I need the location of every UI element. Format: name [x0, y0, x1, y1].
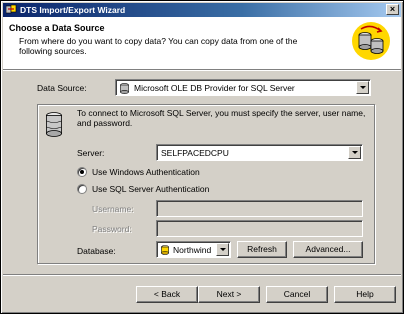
footer-divider [3, 274, 401, 276]
windows-auth-label[interactable]: Use Windows Authentication [92, 167, 200, 177]
data-source-label: Data Source: [37, 83, 87, 93]
sql-auth-label[interactable]: Use SQL Server Authentication [92, 184, 209, 194]
help-button[interactable]: Help [334, 286, 396, 303]
data-source-dropdown[interactable]: Microsoft OLE DB Provider for SQL Server [115, 79, 371, 96]
header-divider [3, 69, 401, 71]
chevron-down-icon[interactable] [216, 243, 229, 256]
refresh-button[interactable]: Refresh [237, 241, 287, 258]
chevron-down-icon[interactable] [356, 81, 369, 94]
password-field[interactable] [156, 220, 363, 237]
wizard-header: Choose a Data Source From where do you w… [3, 17, 401, 69]
server-combo[interactable]: SELFPACEDCPU [156, 144, 363, 161]
server-label: Server: [77, 148, 105, 158]
sql-auth-radio[interactable] [77, 184, 87, 194]
data-source-value: Microsoft OLE DB Provider for SQL Server [134, 83, 295, 93]
database-label: Database: [77, 246, 116, 256]
close-button[interactable]: × [386, 4, 399, 15]
wizard-window: DTS Import/Export Wizard × Choose a Data… [0, 0, 404, 314]
window-title: DTS Import/Export Wizard [20, 5, 126, 15]
database-transfer-icon [352, 22, 390, 60]
next-button[interactable]: Next > [198, 286, 260, 303]
password-label: Password: [92, 224, 132, 234]
chevron-down-icon[interactable] [348, 146, 361, 159]
database-combo[interactable]: Northwind [156, 241, 231, 258]
advanced-button[interactable]: Advanced... [293, 241, 363, 258]
wizard-app-icon [6, 4, 17, 14]
database-icon [161, 245, 169, 255]
connection-instructions: To connect to Microsoft SQL Server, you … [77, 108, 366, 128]
title-bar[interactable]: DTS Import/Export Wizard × [3, 3, 401, 17]
windows-auth-radio[interactable] [77, 167, 87, 177]
server-value: SELFPACEDCPU [161, 148, 229, 158]
cancel-button[interactable]: Cancel [266, 286, 328, 303]
back-button[interactable]: < Back [136, 286, 198, 303]
page-description: From where do you want to copy data? You… [19, 36, 298, 56]
database-value: Northwind [173, 245, 212, 255]
server-icon [46, 112, 62, 137]
close-icon: × [389, 4, 396, 14]
username-field[interactable] [156, 200, 363, 217]
page-title: Choose a Data Source [9, 23, 105, 33]
provider-icon [120, 83, 129, 94]
username-label: Username: [92, 204, 134, 214]
